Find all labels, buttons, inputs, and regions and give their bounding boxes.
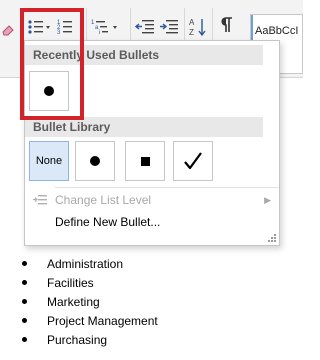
change-list-level-label: Change List Level	[55, 193, 152, 207]
bullets-dropdown: Recently Used Bullets Bullet Library Non…	[24, 40, 280, 246]
multilevel-list-button[interactable]: 1 a i	[90, 16, 128, 38]
svg-text:Z: Z	[189, 28, 194, 37]
change-list-level-icon	[25, 194, 55, 206]
pilcrow-icon	[221, 17, 232, 32]
disc-bullet-icon	[22, 261, 27, 266]
word-window: 1 2 3 1 a i A Z AaBbCcI Recently Used Bu…	[0, 0, 303, 360]
list-item[interactable]: Marketing	[22, 292, 100, 311]
list-item[interactable]: Purchasing	[22, 330, 107, 349]
list-item-text: Administration	[47, 256, 124, 271]
disc-bullet-icon	[90, 156, 100, 166]
list-item-text: Marketing	[47, 294, 100, 309]
list-item[interactable]: Facilities	[22, 273, 94, 292]
increase-indent-icon	[160, 20, 178, 34]
submenu-arrow-icon: ▶	[264, 194, 271, 205]
sort-icon: A Z	[189, 18, 206, 37]
svg-text:A: A	[189, 18, 195, 27]
define-new-bullet-label: Define New Bullet...	[55, 215, 161, 229]
sort-button[interactable]: A Z	[188, 16, 208, 38]
none-label: None	[35, 155, 63, 167]
bullets-icon	[28, 20, 50, 34]
style-sample-text: AaBbCcI	[255, 25, 299, 37]
bullet-none-option[interactable]: None	[29, 141, 69, 181]
document-body: Administration Facilities Marketing Proj…	[0, 246, 303, 360]
numbering-icon: 1 2 3	[57, 20, 72, 36]
change-list-level-item[interactable]: Change List Level ▶	[25, 189, 279, 211]
disc-bullet-icon	[22, 280, 27, 285]
bullets-button[interactable]	[26, 16, 52, 38]
list-item-text: Purchasing	[47, 332, 108, 347]
bullet-square-option[interactable]	[125, 141, 165, 181]
disc-bullet-icon	[22, 299, 27, 304]
disc-bullet-icon	[22, 318, 27, 323]
recent-bullet-disc[interactable]	[29, 71, 69, 111]
list-item[interactable]: Project Management	[22, 311, 158, 330]
define-new-bullet-item[interactable]: Define New Bullet...	[25, 211, 279, 233]
disc-bullet-icon	[22, 337, 27, 342]
menu-separator	[55, 187, 279, 188]
svg-text:3: 3	[57, 30, 61, 36]
recently-used-header: Recently Used Bullets	[25, 45, 263, 65]
increase-indent-button[interactable]	[158, 16, 180, 38]
disc-bullet-icon	[44, 86, 54, 96]
decrease-indent-icon	[135, 20, 154, 34]
show-hide-button[interactable]	[216, 14, 238, 36]
resize-grip-icon[interactable]	[268, 234, 276, 242]
list-item-text: Facilities	[47, 275, 94, 290]
bullet-disc-option[interactable]	[75, 141, 115, 181]
list-item[interactable]: Administration	[22, 254, 123, 273]
list-item-text: Project Management	[47, 313, 158, 328]
eraser-icon	[2, 25, 14, 36]
bullet-library-header: Bullet Library	[25, 117, 263, 137]
checkmark-bullet-icon	[184, 152, 202, 170]
decrease-indent-button[interactable]	[134, 16, 156, 38]
square-bullet-icon	[140, 156, 150, 166]
svg-text:i: i	[99, 30, 100, 36]
multilevel-list-icon: 1 a i	[91, 20, 117, 36]
numbering-button[interactable]: 1 2 3	[56, 16, 80, 38]
bullet-checkmark-option[interactable]	[173, 141, 213, 181]
clear-formatting-button[interactable]	[0, 18, 18, 40]
